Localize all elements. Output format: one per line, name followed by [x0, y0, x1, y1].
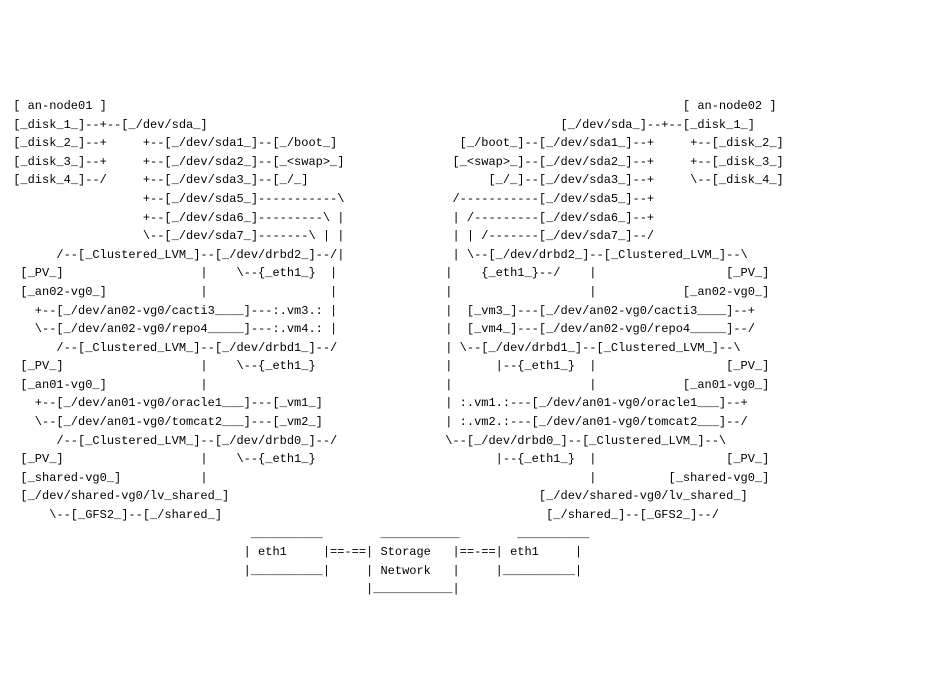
storage-topology-ascii-diagram: [ an-node01 ] [ an-node02 ] [_disk_1_]--…: [0, 93, 939, 603]
